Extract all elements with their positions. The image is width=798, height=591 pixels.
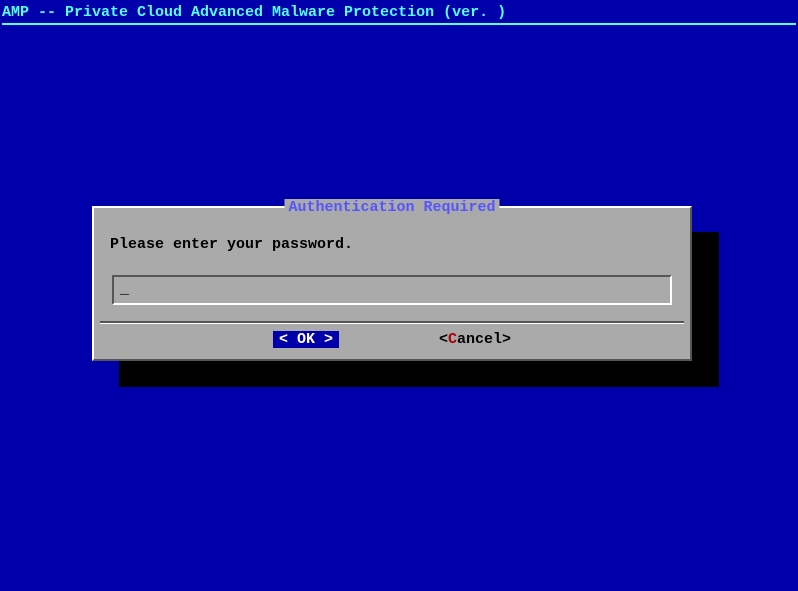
dialog-title: Authentication Required [284,199,499,216]
input-cursor: _ [120,281,129,299]
button-separator [100,321,684,324]
cancel-button[interactable]: <Cancel> [439,331,511,348]
header-divider [2,23,796,25]
window-title: AMP -- Private Cloud Advanced Malware Pr… [2,4,506,21]
window-title-bar: AMP -- Private Cloud Advanced Malware Pr… [0,0,798,25]
password-prompt: Please enter your password. [100,216,684,253]
auth-dialog: Authentication Required Please enter you… [92,206,692,361]
button-row: < OK > <Cancel> [94,331,690,348]
password-input[interactable]: _ [112,275,672,305]
ok-button[interactable]: < OK > [273,331,339,348]
